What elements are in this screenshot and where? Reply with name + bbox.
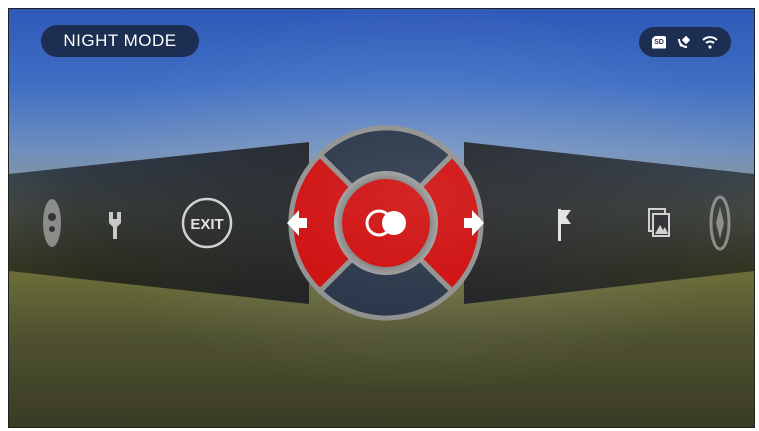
gallery-icon[interactable] xyxy=(648,208,670,237)
status-icons: SD xyxy=(639,27,731,57)
sd-card-icon: SD xyxy=(652,35,666,49)
wifi-icon xyxy=(702,36,718,49)
exit-label: EXIT xyxy=(190,216,223,233)
night-mode-badge[interactable]: NIGHT MODE xyxy=(41,25,199,57)
satellite-icon xyxy=(678,35,691,48)
viewfinder-screen: EXIT NIGHT MODE SD xyxy=(8,8,755,428)
radial-menu: EXIT xyxy=(9,125,754,321)
mode-label: NIGHT MODE xyxy=(63,31,177,50)
dial xyxy=(287,125,484,321)
color-palette-icon[interactable] xyxy=(43,199,61,247)
